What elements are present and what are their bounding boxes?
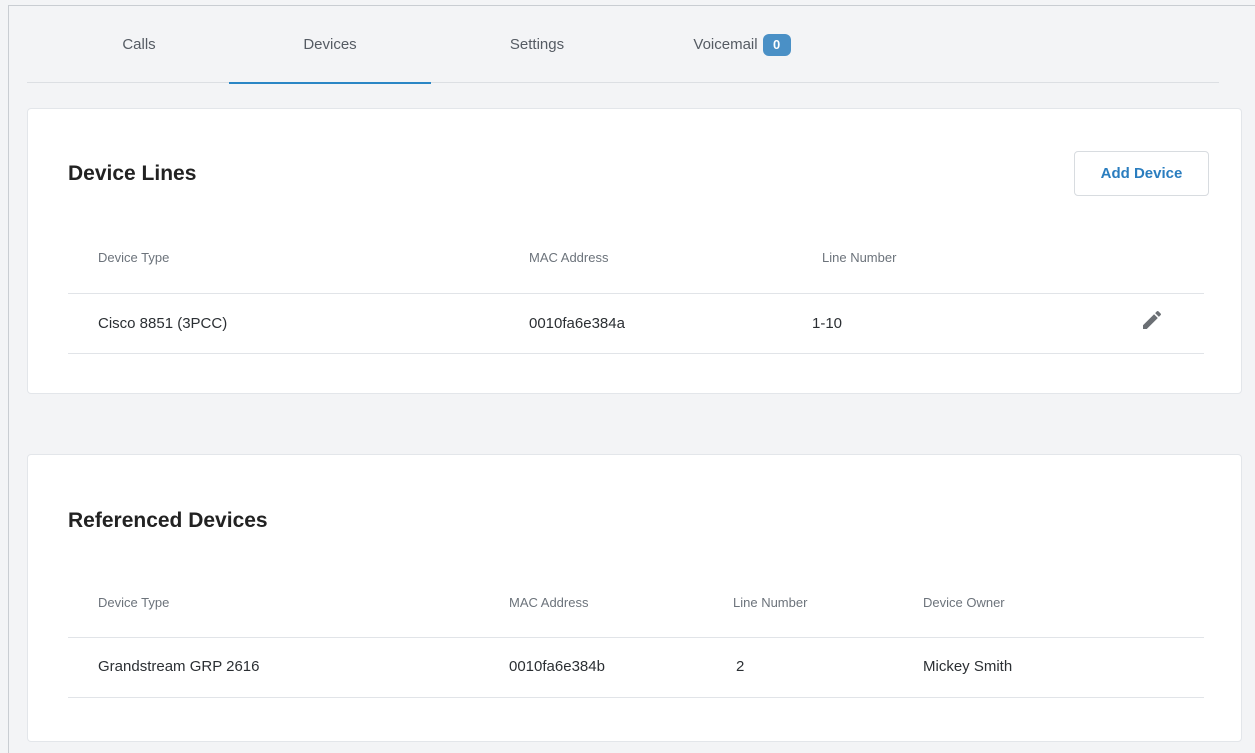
devices-panel: Calls Devices Settings Voicemail 0 Devic… xyxy=(8,5,1255,753)
divider xyxy=(68,697,1204,698)
referenced-devices-card: Referenced Devices Device Type MAC Addre… xyxy=(27,454,1242,742)
device-lines-card: Device Lines Add Device Device Type MAC … xyxy=(27,108,1242,394)
pencil-icon[interactable] xyxy=(1140,308,1164,332)
voicemail-count-badge: 0 xyxy=(762,33,791,56)
column-header-line-number: Line Number xyxy=(822,250,897,265)
line-number-cell: 2 xyxy=(736,658,745,675)
tab-settings[interactable]: Settings xyxy=(467,6,607,83)
divider xyxy=(68,353,1204,354)
line-number-cell: 1-10 xyxy=(812,315,843,332)
tab-settings-label: Settings xyxy=(509,36,565,53)
mac-address-cell: 0010fa6e384b xyxy=(509,658,605,675)
column-header-mac-address: MAC Address xyxy=(529,250,609,265)
mac-address-cell: 0010fa6e384a xyxy=(529,315,625,332)
column-header-line-number: Line Number xyxy=(733,595,808,610)
tab-calls-label: Calls xyxy=(122,36,156,53)
tab-devices[interactable]: Devices xyxy=(229,6,431,84)
tab-bar: Calls Devices Settings Voicemail 0 xyxy=(27,6,1219,84)
device-lines-title: Device Lines xyxy=(68,162,197,185)
tab-calls[interactable]: Calls xyxy=(69,6,209,83)
column-header-device-type: Device Type xyxy=(98,595,170,610)
tab-voicemail-label: Voicemail xyxy=(693,36,758,53)
add-device-button[interactable]: Add Device xyxy=(1074,151,1209,196)
device-owner-cell: Mickey Smith xyxy=(923,658,1013,675)
device-type-cell: Grandstream GRP 2616 xyxy=(98,658,260,675)
device-type-cell: Cisco 8851 (3PCC) xyxy=(98,315,228,332)
column-header-device-type: Device Type xyxy=(98,250,170,265)
tab-voicemail[interactable]: Voicemail 0 xyxy=(657,6,827,83)
divider xyxy=(68,293,1204,294)
referenced-devices-title: Referenced Devices xyxy=(68,509,268,532)
tab-devices-label: Devices xyxy=(303,36,357,53)
column-header-device-owner: Device Owner xyxy=(923,595,1005,610)
column-header-mac-address: MAC Address xyxy=(509,595,589,610)
divider xyxy=(68,637,1204,638)
